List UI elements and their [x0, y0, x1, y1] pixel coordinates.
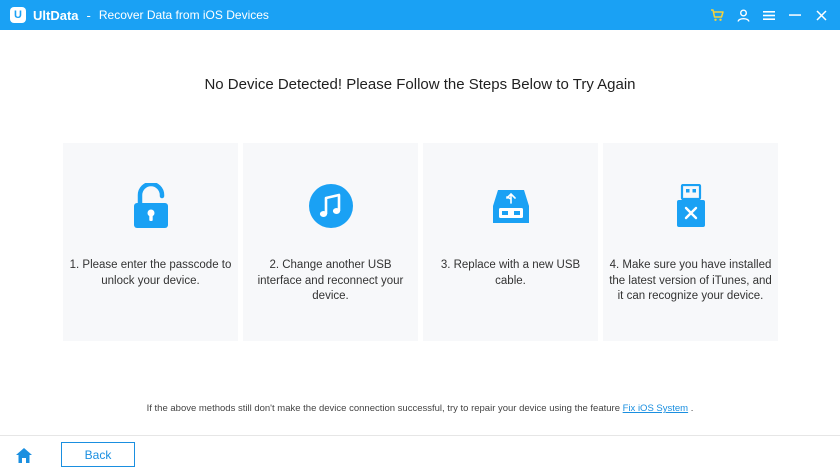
bottom-bar: Back [0, 435, 840, 473]
itunes-music-icon [308, 184, 353, 228]
help-footnote: If the above methods still don't make th… [0, 403, 840, 414]
step-card-usb-cable: 3. Replace with a new USB cable. [423, 143, 598, 341]
home-icon [16, 447, 32, 463]
footnote-text: If the above methods still don't make th… [146, 403, 620, 414]
step-text: 4. Make sure you have installed the late… [609, 259, 772, 302]
menu-button[interactable] [756, 0, 782, 30]
step-card-passcode: 1. Please enter the passcode to unlock y… [63, 143, 238, 341]
close-icon [815, 9, 827, 21]
usb-port-icon [492, 190, 529, 223]
usb-error-icon [676, 184, 705, 227]
steps-list: 1. Please enter the passcode to unlock y… [63, 143, 778, 341]
unlock-icon [133, 183, 168, 228]
minimize-icon [789, 14, 801, 16]
title-separator: - [86, 7, 91, 23]
user-icon [737, 9, 749, 22]
step-card-itunes: 4. Make sure you have installed the late… [603, 143, 778, 341]
app-name: UltData [33, 7, 79, 23]
menu-icon [763, 10, 775, 20]
minimize-button[interactable] [782, 0, 808, 30]
step-text: 1. Please enter the passcode to unlock y… [69, 259, 232, 287]
footnote-period: . [690, 403, 694, 414]
cart-button[interactable] [704, 0, 730, 30]
back-button[interactable]: Back [61, 442, 135, 467]
step-text: 3. Replace with a new USB cable. [440, 259, 581, 287]
close-button[interactable] [808, 0, 834, 30]
fix-ios-system-link[interactable]: Fix iOS System [623, 403, 688, 414]
title-controls [704, 0, 840, 30]
step-card-usb-interface: 2. Change another USB interface and reco… [243, 143, 418, 341]
page-title: No Device Detected! Please Follow the St… [204, 76, 636, 93]
step-text: 2. Change another USB interface and reco… [257, 259, 404, 302]
app-logo: U [10, 7, 26, 23]
title-bar: U UltData - Recover Data from iOS Device… [0, 0, 840, 30]
app-window: U UltData - Recover Data from iOS Device… [0, 0, 840, 473]
cart-icon [711, 9, 724, 21]
user-button[interactable] [730, 0, 756, 30]
home-button[interactable] [14, 445, 34, 465]
window-title: Recover Data from iOS Devices [98, 8, 269, 22]
app-logo-letter: U [14, 8, 22, 21]
